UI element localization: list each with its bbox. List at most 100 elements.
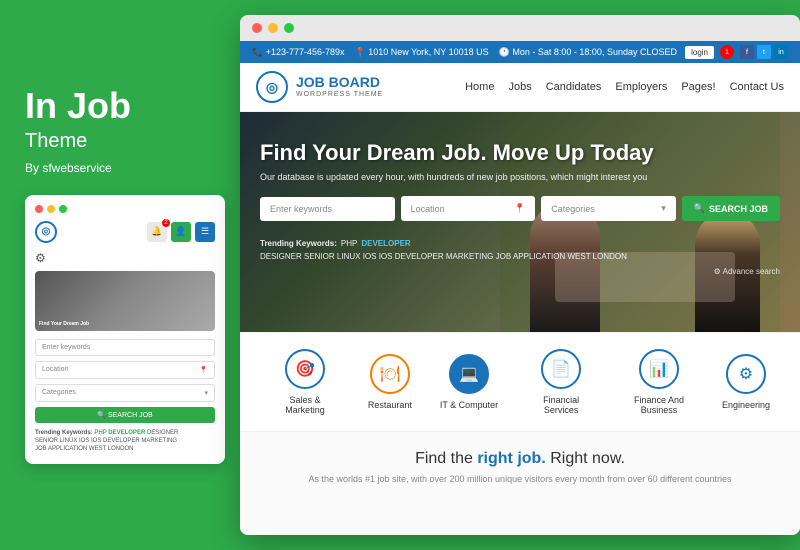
category-finance-business[interactable]: 📊 Finance And Business — [624, 349, 694, 415]
topbar-notification-badge[interactable]: 1 — [720, 45, 734, 59]
mini-logo: ◎ — [35, 221, 57, 243]
nav-home[interactable]: Home — [465, 81, 494, 93]
hero-advance-search[interactable]: ⚙ Advance search — [240, 267, 800, 276]
mini-trending-label: Trending Keywords: — [35, 430, 93, 436]
mini-menu-icon: ☰ — [195, 222, 215, 242]
facebook-icon[interactable]: f — [740, 45, 754, 59]
site-logo: ◎ JOB BOARD WORDPRESS THEME — [256, 71, 383, 103]
category-label: Engineering — [722, 400, 770, 410]
category-label: Sales & Marketing — [270, 395, 340, 415]
mini-location-input[interactable]: Location 📍 — [35, 361, 215, 379]
hero-location-placeholder: Location — [411, 204, 445, 214]
mini-navbar: ◎ 🔔2 👤 ☰ — [35, 221, 215, 243]
mini-hero-text: Find Your Dream Job — [39, 321, 89, 327]
hero-content: Find Your Dream Job. Move Up Today Our d… — [240, 112, 800, 233]
hero-search-button[interactable]: 🔍 SEARCH JOB — [682, 196, 780, 221]
bottom-title-strong: right job. — [477, 450, 545, 467]
browser-expand-dot — [284, 23, 294, 33]
category-it-computer[interactable]: 💻 IT & Computer — [440, 354, 498, 410]
category-financial-services[interactable]: 📄 Financial Services — [526, 349, 596, 415]
nav-candidates[interactable]: Candidates — [546, 81, 602, 93]
topbar-address: 📍 1010 New York, NY 10018 US — [355, 47, 489, 58]
topbar-right: login 1 f t in — [685, 45, 788, 59]
mini-keywords-input[interactable]: Enter keywords — [35, 339, 215, 356]
topbar-left: 📞 +123-777-456-789x 📍 1010 New York, NY … — [252, 47, 677, 58]
twitter-icon[interactable]: t — [757, 45, 771, 59]
mini-window-controls — [35, 205, 215, 213]
mini-location-pin-icon: 📍 — [199, 366, 208, 374]
hero-title: Find Your Dream Job. Move Up Today — [260, 140, 780, 166]
mini-expand-dot — [59, 205, 67, 213]
site-topbar: 📞 +123-777-456-789x 📍 1010 New York, NY … — [240, 41, 800, 63]
brand-subtitle: Theme — [25, 130, 215, 153]
mini-gear-icon: ⚙ — [35, 251, 51, 267]
mini-user-icon: 👤 — [171, 222, 191, 242]
brand-author: By sfwebservice — [25, 161, 215, 175]
it-computer-icon: 💻 — [449, 354, 489, 394]
hero-keywords-placeholder: Enter keywords — [270, 204, 332, 214]
nav-pages[interactable]: Pages! — [681, 81, 715, 93]
financial-services-icon: 📄 — [541, 349, 581, 389]
topbar-login-button[interactable]: login — [685, 46, 714, 59]
mini-close-dot — [35, 205, 43, 213]
sales-marketing-icon: 🎯 — [285, 349, 325, 389]
hero-trending: Trending Keywords: PHP DEVELOPER DESIGNE… — [240, 233, 800, 267]
site-logo-text: JOB BOARD WORDPRESS THEME — [296, 75, 383, 98]
finance-business-icon: 📊 — [639, 349, 679, 389]
mini-categories-label: Categories — [42, 389, 76, 396]
category-engineering[interactable]: ⚙ Engineering — [722, 354, 770, 410]
mini-minimize-dot — [47, 205, 55, 213]
browser-chrome — [240, 15, 800, 41]
mini-badge: 2 — [162, 219, 170, 227]
site-logo-icon: ◎ — [256, 71, 288, 103]
category-label: Restaurant — [368, 400, 412, 410]
topbar-social-icons: f t in — [740, 45, 788, 59]
hero-location-input[interactable]: Location 📍 — [401, 196, 536, 221]
left-panel: In Job Theme By sfwebservice ◎ 🔔2 👤 ☰ ⚙ … — [0, 56, 240, 494]
browser-close-dot — [252, 23, 262, 33]
mini-nav-icons: 🔔2 👤 ☰ — [147, 222, 215, 242]
category-restaurant[interactable]: 🍽 Restaurant — [368, 354, 412, 410]
category-label: Financial Services — [526, 395, 596, 415]
hero-trending-label: Trending Keywords: — [260, 239, 337, 248]
hero-keywords-input[interactable]: Enter keywords — [260, 197, 395, 221]
hero-subtitle: Our database is updated every hour, with… — [260, 172, 780, 182]
hero-chevron-down-icon: ▾ — [661, 203, 666, 214]
linkedin-icon[interactable]: in — [774, 45, 788, 59]
nav-contact[interactable]: Contact Us — [730, 81, 784, 93]
bottom-section: Find the right job. Right now. As the wo… — [240, 431, 800, 535]
hero-categories-select[interactable]: Categories ▾ — [541, 196, 676, 221]
nav-jobs[interactable]: Jobs — [508, 81, 531, 93]
bottom-title: Find the right job. Right now. — [260, 450, 780, 468]
category-label: IT & Computer — [440, 400, 498, 410]
mini-preview-card: ◎ 🔔2 👤 ☰ ⚙ Find Your Dream Job Enter key… — [25, 195, 225, 464]
mini-search-button[interactable]: 🔍 SEARCH JOB — [35, 407, 215, 423]
mini-chevron-down-icon: ▾ — [204, 389, 208, 397]
hero-developer-keyword: DEVELOPER — [361, 239, 410, 248]
engineering-icon: ⚙ — [726, 354, 766, 394]
hero-location-pin-icon: 📍 — [514, 203, 525, 214]
mini-hero-image: Find Your Dream Job — [35, 271, 215, 331]
site-navbar: ◎ JOB BOARD WORDPRESS THEME Home Jobs Ca… — [240, 63, 800, 112]
browser-window: 📞 +123-777-456-789x 📍 1010 New York, NY … — [240, 15, 800, 535]
restaurant-icon: 🍽 — [370, 354, 410, 394]
site-nav-links: Home Jobs Candidates Employers Pages! Co… — [465, 81, 784, 93]
nav-employers[interactable]: Employers — [615, 81, 667, 93]
mini-notification-icon: 🔔2 — [147, 222, 167, 242]
mini-search-form: Enter keywords Location 📍 Categories ▾ 🔍… — [35, 339, 215, 423]
bottom-subtitle: As the worlds #1 job site, with over 200… — [260, 474, 780, 484]
browser-minimize-dot — [268, 23, 278, 33]
category-sales-marketing[interactable]: 🎯 Sales & Marketing — [270, 349, 340, 415]
topbar-hours: 🕐 Mon - Sat 8:00 - 18:00, Sunday CLOSED — [499, 47, 677, 58]
mini-logo-icon: ◎ — [35, 221, 57, 243]
topbar-phone: 📞 +123-777-456-789x — [252, 47, 345, 58]
mini-trending: Trending Keywords: PHP DEVELOPER DESIGNE… — [35, 429, 215, 454]
site-hero: Find Your Dream Job. Move Up Today Our d… — [240, 112, 800, 332]
mini-location-label: Location — [42, 366, 68, 373]
mini-keywords-label: Enter keywords — [42, 344, 90, 351]
brand-title: In Job — [25, 86, 215, 126]
hero-categories-placeholder: Categories — [551, 204, 595, 214]
category-label: Finance And Business — [624, 395, 694, 415]
hero-search-bar: Enter keywords Location 📍 Categories ▾ 🔍… — [260, 196, 780, 221]
mini-categories-select[interactable]: Categories ▾ — [35, 384, 215, 402]
